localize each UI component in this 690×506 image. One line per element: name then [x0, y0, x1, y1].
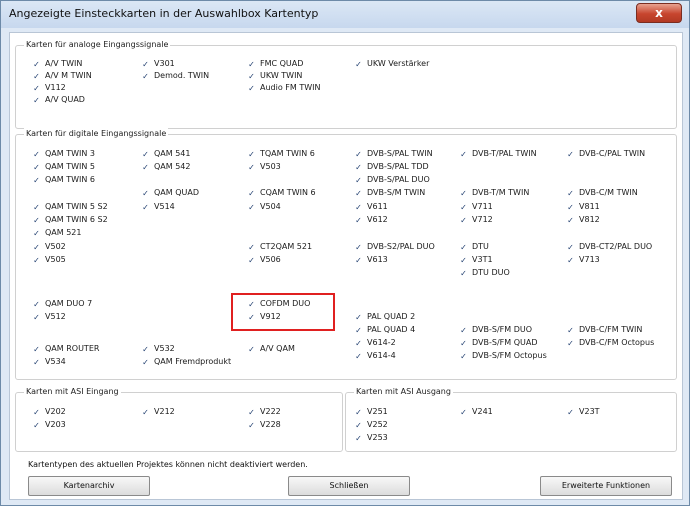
- checkbox-dtu[interactable]: ✓ DTU: [460, 241, 489, 252]
- checkbox-v241[interactable]: ✓ V241: [460, 406, 493, 417]
- checkbox-dvb-t-m-twin[interactable]: ✓ DVB-T/M TWIN: [460, 187, 529, 198]
- checkbox-v203[interactable]: ✓ V203: [33, 419, 66, 430]
- checkbox-dvb-s-pal-duo[interactable]: ✓ DVB-S/PAL DUO: [355, 174, 430, 185]
- checkbox-dvb-s-pal-tdd[interactable]: ✓ DVB-S/PAL TDD: [355, 161, 429, 172]
- checkbox-tqam-twin-6[interactable]: ✓ TQAM TWIN 6: [248, 148, 315, 159]
- checkbox-v251[interactable]: ✓ V251: [355, 406, 388, 417]
- checkbox-qam-542[interactable]: ✓ QAM 542: [142, 161, 190, 172]
- checkbox-v253[interactable]: ✓ V253: [355, 432, 388, 443]
- checkbox-v112[interactable]: ✓ V112: [33, 82, 66, 93]
- checkbox-ct2qam-521[interactable]: ✓ CT2QAM 521: [248, 241, 312, 252]
- checkbox-cqam-twin-6[interactable]: ✓ CQAM TWIN 6: [248, 187, 315, 198]
- checkbox-v811[interactable]: ✓ V811: [567, 201, 600, 212]
- checkbox-dvb-s-m-twin[interactable]: ✓ DVB-S/M TWIN: [355, 187, 425, 198]
- checkbox-v532[interactable]: ✓ V532: [142, 343, 175, 354]
- checkbox-v812[interactable]: ✓ V812: [567, 214, 600, 225]
- checkbox-v3t1[interactable]: ✓ V3T1: [460, 254, 492, 265]
- info-text: Kartentypen des aktuellen Projektes könn…: [28, 460, 308, 469]
- checkbox-v505[interactable]: ✓ V505: [33, 254, 66, 265]
- checkbox-qam-541[interactable]: ✓ QAM 541: [142, 148, 190, 159]
- checkbox-dvb-t-pal-twin[interactable]: ✓ DVB-T/PAL TWIN: [460, 148, 537, 159]
- checkbox-v534[interactable]: ✓ V534: [33, 356, 66, 367]
- checkbox-av-quad[interactable]: ✓ A/V QUAD: [33, 94, 85, 105]
- checkbox-v712[interactable]: ✓ V712: [460, 214, 493, 225]
- checkbox-qam-twin-3[interactable]: ✓ QAM TWIN 3: [33, 148, 95, 159]
- checkbox-v504[interactable]: ✓ V504: [248, 201, 281, 212]
- close-window-button[interactable]: x: [636, 3, 682, 23]
- group-asi-in-title: Karten mit ASI Eingang: [24, 386, 121, 398]
- checkbox-v711[interactable]: ✓ V711: [460, 201, 493, 212]
- group-asi-out: Karten mit ASI Ausgang: [345, 386, 677, 452]
- checkbox-v502[interactable]: ✓ V502: [33, 241, 66, 252]
- checkbox-v228[interactable]: ✓ V228: [248, 419, 281, 430]
- checkbox-qam-fremdprodukt[interactable]: ✓ QAM Fremdprodukt: [142, 356, 231, 367]
- checkbox-pal-quad-4[interactable]: ✓ PAL QUAD 4: [355, 324, 415, 335]
- checkbox-v614-2[interactable]: ✓ V614-2: [355, 337, 396, 348]
- checkbox-dvb-ct2-pal-duo[interactable]: ✓ DVB-CT2/PAL DUO: [567, 241, 652, 252]
- checkbox-dvb-c-pal-twin[interactable]: ✓ DVB-C/PAL TWIN: [567, 148, 645, 159]
- checkbox-v23t[interactable]: ✓ V23T: [567, 406, 599, 417]
- checkbox-dvb-s-fm-octopus[interactable]: ✓ DVB-S/FM Octopus: [460, 350, 547, 361]
- checkbox-v212[interactable]: ✓ V212: [142, 406, 175, 417]
- checkbox-v506[interactable]: ✓ V506: [248, 254, 281, 265]
- checkbox-qam-duo-7[interactable]: ✓ QAM DUO 7: [33, 298, 92, 309]
- checkbox-dvb-s2-pal-duo[interactable]: ✓ DVB-S2/PAL DUO: [355, 241, 435, 252]
- checkbox-qam-quad[interactable]: ✓ QAM QUAD: [142, 187, 199, 198]
- checkbox-v613[interactable]: ✓ V613: [355, 254, 388, 265]
- checkbox-dvb-c-fm-octopus[interactable]: ✓ DVB-C/FM Octopus: [567, 337, 654, 348]
- checkbox-v514[interactable]: ✓ V514: [142, 201, 175, 212]
- checkbox-v222[interactable]: ✓ V222: [248, 406, 281, 417]
- checkbox-qam-twin-5[interactable]: ✓ QAM TWIN 5: [33, 161, 95, 172]
- group-analog-title: Karten für analoge Eingangssignale: [24, 39, 171, 51]
- checkbox-v301[interactable]: ✓ V301: [142, 58, 175, 69]
- checkbox-dvb-c-m-twin[interactable]: ✓ DVB-C/M TWIN: [567, 187, 638, 198]
- checkbox-av-m-twin[interactable]: ✓ A/V M TWIN: [33, 70, 92, 81]
- checkbox-dvb-s-fm-quad[interactable]: ✓ DVB-S/FM QUAD: [460, 337, 537, 348]
- checkbox-v611[interactable]: ✓ V611: [355, 201, 388, 212]
- highlight-rectangle: [231, 293, 335, 331]
- checkbox-v713[interactable]: ✓ V713: [567, 254, 600, 265]
- checkbox-dvb-s-pal-twin[interactable]: ✓ DVB-S/PAL TWIN: [355, 148, 432, 159]
- checkbox-qam-router[interactable]: ✓ QAM ROUTER: [33, 343, 99, 354]
- schliessen-button[interactable]: Schließen: [288, 476, 410, 496]
- window-title: Angezeigte Einsteckkarten in der Auswahl…: [9, 7, 319, 20]
- checkbox-dvb-c-fm-twin[interactable]: ✓ DVB-C/FM TWIN: [567, 324, 642, 335]
- checkbox-v612[interactable]: ✓ V612: [355, 214, 388, 225]
- erweiterte-funktionen-button[interactable]: Erweiterte Funktionen: [540, 476, 672, 496]
- checkbox-av-qam[interactable]: ✓ A/V QAM: [248, 343, 295, 354]
- checkbox-audio-fm-twin[interactable]: ✓ Audio FM TWIN: [248, 82, 320, 93]
- checkbox-fmc-quad[interactable]: ✓ FMC QUAD: [248, 58, 303, 69]
- checkbox-v252[interactable]: ✓ V252: [355, 419, 388, 430]
- checkbox-demod-twin[interactable]: ✓ Demod. TWIN: [142, 70, 209, 81]
- group-asi-out-title: Karten mit ASI Ausgang: [354, 386, 453, 398]
- checkbox-dtu-duo[interactable]: ✓ DTU DUO: [460, 267, 510, 278]
- title-bar: Angezeigte Einsteckkarten in der Auswahl…: [1, 1, 689, 28]
- checkbox-qam-twin-6-s2[interactable]: ✓ QAM TWIN 6 S2: [33, 214, 108, 225]
- checkbox-v503[interactable]: ✓ V503: [248, 161, 281, 172]
- checkbox-ukw-verstaerker[interactable]: ✓ UKW Verstärker: [355, 58, 429, 69]
- checkbox-qam-521[interactable]: ✓ QAM 521: [33, 227, 81, 238]
- kartenarchiv-button[interactable]: Kartenarchiv: [28, 476, 150, 496]
- checkbox-ukw-twin[interactable]: ✓ UKW TWIN: [248, 70, 302, 81]
- checkbox-qam-twin-5-s2[interactable]: ✓ QAM TWIN 5 S2: [33, 201, 108, 212]
- checkbox-v512[interactable]: ✓ V512: [33, 311, 66, 322]
- group-digital-title: Karten für digitale Eingangssignale: [24, 128, 169, 140]
- checkbox-qam-twin-6[interactable]: ✓ QAM TWIN 6: [33, 174, 95, 185]
- checkbox-v202[interactable]: ✓ V202: [33, 406, 66, 417]
- group-analog: Karten für analoge Eingangssignale: [15, 39, 677, 129]
- checkbox-v614-4[interactable]: ✓ V614-4: [355, 350, 396, 361]
- checkbox-av-twin[interactable]: ✓ A/V TWIN: [33, 58, 82, 69]
- checkbox-pal-quad-2[interactable]: ✓ PAL QUAD 2: [355, 311, 415, 322]
- checkbox-dvb-s-fm-duo[interactable]: ✓ DVB-S/FM DUO: [460, 324, 532, 335]
